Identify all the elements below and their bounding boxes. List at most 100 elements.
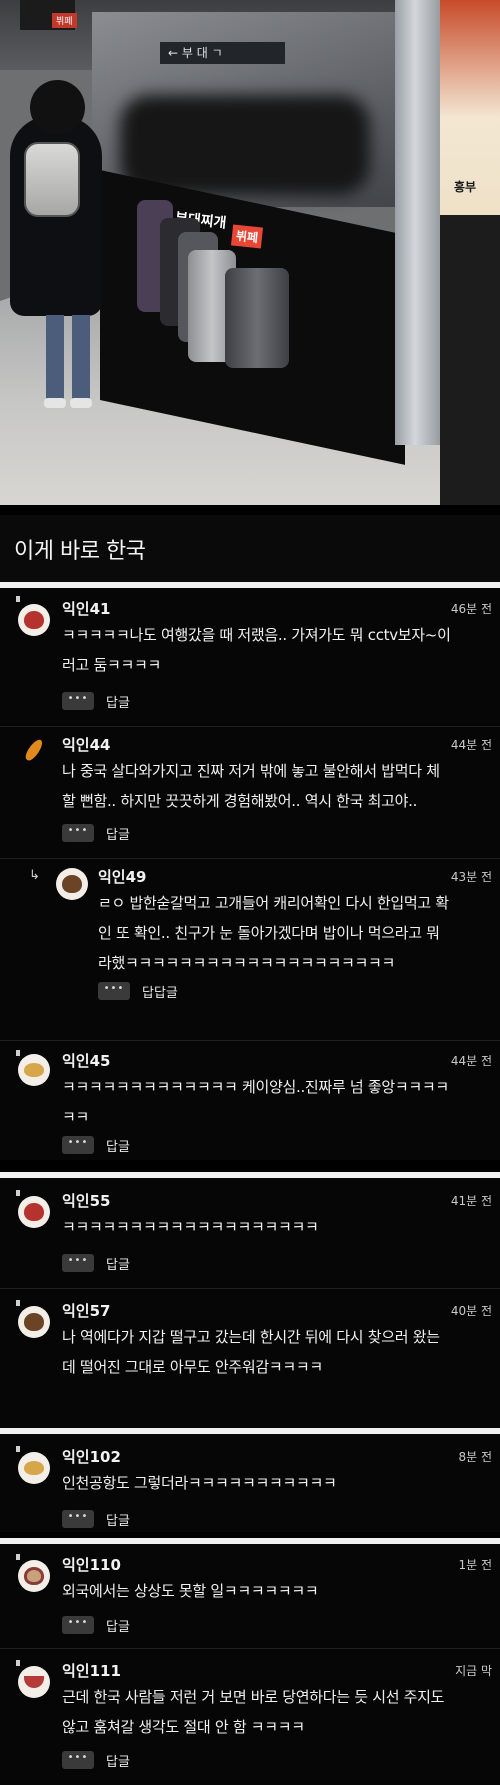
pin-icon — [16, 1190, 20, 1196]
comment-time: 1분 전 — [458, 1558, 492, 1572]
comment-text-line: 인 또 확인.. 친구가 눈 돌아가겠다며 밥이나 먹으라고 뭐 — [98, 924, 440, 942]
comment-text: ㄹㅇ 밥한숟갈먹고 고개들어 캐리어확인 다시 한입먹고 확 인 또 확인.. … — [98, 888, 493, 978]
comment-text: 나 중국 살다와가지고 진짜 저거 밖에 놓고 불안해서 밥먹다 체 할 뻔함.… — [62, 756, 492, 816]
more-options-button[interactable]: ••• — [62, 1751, 94, 1769]
more-options-button[interactable]: ••• — [62, 824, 94, 842]
avatar-figure — [24, 1063, 44, 1077]
comment-divider — [0, 1040, 500, 1041]
photo-person-shoe — [44, 398, 66, 408]
squid-avatar-icon[interactable] — [18, 1196, 50, 1228]
more-options-button[interactable]: ••• — [62, 1254, 94, 1272]
comment-time: 46분 전 — [450, 602, 492, 616]
comment-author[interactable]: 익인57 — [62, 1300, 110, 1321]
photo-person-hood — [30, 80, 85, 135]
comment-text-line: 러고 둠ㅋㅋㅋㅋ — [62, 656, 161, 674]
comment-divider — [0, 858, 500, 859]
comment-text-line: 데 떨어진 그대로 아무도 안주워감ㅋㅋㅋㅋ — [62, 1358, 323, 1376]
comment-text-line: ㄹㅇ 밥한숟갈먹고 고개들어 캐리어확인 다시 한입먹고 확 — [98, 894, 449, 912]
comment-thread: 익인102 8분 전 인천공항도 그렇더라ㅋㅋㅋㅋㅋㅋㅋㅋㅋㅋㅋ ••• 답글 — [0, 1428, 500, 1532]
reply-button[interactable]: 답글 — [106, 1510, 130, 1529]
reply-button[interactable]: 답글 — [106, 1254, 130, 1273]
bread-avatar-icon[interactable] — [18, 1306, 50, 1338]
reply-button[interactable]: 답글 — [106, 692, 130, 711]
comment-text: ㅋㅋㅋㅋㅋㅋㅋㅋㅋㅋㅋㅋㅋ 케이양심..진짜루 넘 좋앙ㅋㅋㅋㅋ ㅋㅋ — [62, 1072, 492, 1132]
comment-text: 인천공항도 그렇더라ㅋㅋㅋㅋㅋㅋㅋㅋㅋㅋㅋ — [62, 1468, 492, 1498]
photo-person-leg — [72, 315, 90, 405]
comment-divider — [0, 726, 500, 727]
comment-author[interactable]: 익인41 — [62, 598, 110, 619]
more-options-button[interactable]: ••• — [98, 982, 130, 1000]
post-title: 이게 바로 한국 — [14, 539, 146, 564]
avatar-figure — [24, 611, 44, 629]
photo-suitcase — [225, 268, 289, 368]
post-title-bar: 이게 바로 한국 — [0, 515, 500, 582]
comment-author[interactable]: 익인44 — [62, 734, 110, 755]
comment-text-line: ㅋㅋ — [62, 1108, 90, 1126]
more-options-button[interactable]: ••• — [62, 692, 94, 710]
comment-divider — [0, 1648, 500, 1649]
photo-direction-sign: ← 부 대 ㄱ — [160, 42, 285, 64]
comment-author[interactable]: 익인111 — [62, 1660, 121, 1681]
comment-author[interactable]: 익인110 — [62, 1554, 121, 1575]
photo-shop-tag: 뷔페 — [230, 224, 264, 249]
comment-time: 44분 전 — [450, 738, 492, 752]
more-options-button[interactable]: ••• — [62, 1136, 94, 1154]
cookie-avatar-icon[interactable] — [18, 1560, 50, 1592]
avatar-figure — [62, 875, 82, 893]
reply-button[interactable]: 답글 — [106, 1136, 130, 1155]
bread-avatar-icon[interactable] — [56, 868, 88, 900]
comment-text-line: 나 중국 살다와가지고 진짜 저거 밖에 놓고 불안해서 밥먹다 체 — [62, 762, 440, 780]
pin-icon — [16, 596, 20, 602]
avatar-figure — [24, 1567, 44, 1585]
dumpling-avatar-icon[interactable] — [18, 1054, 50, 1086]
reply-button[interactable]: 답글 — [106, 1616, 130, 1635]
dumpling-avatar-icon[interactable] — [18, 1452, 50, 1484]
comment-author[interactable]: 익인55 — [62, 1190, 110, 1211]
rice-bowl-avatar-icon[interactable] — [18, 1666, 50, 1698]
avatar-figure — [24, 1203, 44, 1221]
comment-text-line: 나 역에다가 지갑 떨구고 갔는데 한시간 뒤에 다시 찾으러 왔는 — [62, 1328, 440, 1346]
photo-right-wall — [440, 215, 500, 505]
avatar-figure — [24, 1461, 44, 1475]
comment-thread: 익인110 1분 전 외국에서는 상상도 못할 일ㅋㅋㅋㅋㅋㅋㅋ ••• 답글 … — [0, 1538, 500, 1785]
reply-button[interactable]: 답답글 — [142, 982, 178, 1001]
photo-person-shoe — [70, 398, 92, 408]
pin-icon — [16, 1300, 20, 1306]
comment-time: 지금 막 — [455, 1664, 492, 1678]
more-options-button[interactable]: ••• — [62, 1510, 94, 1528]
pin-icon — [16, 1660, 20, 1666]
comment-text-line: 근데 한국 사람들 저런 거 보면 바로 당연하다는 듯 시선 주지도 — [62, 1688, 445, 1706]
comment-text-line: 라했ㅋㅋㅋㅋㅋㅋㅋㅋㅋㅋㅋㅋㅋㅋㅋㅋㅋㅋㅋㅋ — [98, 954, 396, 972]
comment-time: 40분 전 — [450, 1304, 492, 1318]
comment-text-line: ㅋㅋㅋㅋㅋㅋㅋㅋㅋㅋㅋㅋㅋ 케이양심..진짜루 넘 좋앙ㅋㅋㅋㅋ — [62, 1078, 449, 1096]
squid-avatar-icon[interactable] — [18, 604, 50, 636]
comment-author[interactable]: 익인102 — [62, 1446, 121, 1467]
reply-button[interactable]: 답글 — [106, 824, 130, 843]
avatar-figure — [24, 1676, 44, 1688]
comment-author[interactable]: 익인45 — [62, 1050, 110, 1071]
comment-text: 외국에서는 상상도 못할 일ㅋㅋㅋㅋㅋㅋㅋ — [62, 1576, 492, 1606]
photo-person — [8, 80, 106, 408]
reply-button[interactable]: 답글 — [106, 1751, 130, 1770]
comment-author[interactable]: 익인49 — [98, 866, 146, 887]
pin-icon — [16, 1050, 20, 1056]
photo-pillar — [395, 0, 445, 445]
comment-divider — [0, 1288, 500, 1289]
more-options-button[interactable]: ••• — [62, 1616, 94, 1634]
comment-text-line: 인천공항도 그렇더라ㅋㅋㅋㅋㅋㅋㅋㅋㅋㅋㅋ — [62, 1474, 337, 1492]
comment-time: 8분 전 — [458, 1450, 492, 1464]
pin-icon — [16, 1554, 20, 1560]
comment-text-line: 않고 훔쳐갈 생각도 절대 안 함 ㅋㅋㅋㅋ — [62, 1718, 305, 1736]
comment-text: 근데 한국 사람들 저런 거 보면 바로 당연하다는 듯 시선 주지도 않고 훔… — [62, 1682, 492, 1742]
avatar-figure — [23, 737, 45, 763]
avatar-figure — [24, 1313, 44, 1331]
comment-text-line: 할 뻔함.. 하지만 끗끗하게 경험해봤어.. 역시 한국 최고야.. — [62, 792, 418, 810]
photo-person-leg — [46, 315, 64, 405]
comment-text: ㅋㅋㅋㅋㅋ나도 여행갔을 때 저랬음.. 가져가도 뭐 cctv보자~이 러고 … — [62, 620, 492, 680]
comment-time: 43분 전 — [450, 870, 492, 884]
comment-text-line: ㅋㅋㅋㅋㅋㅋㅋㅋㅋㅋㅋㅋㅋㅋㅋㅋㅋㅋㅋ — [62, 1218, 319, 1236]
pin-icon — [16, 1446, 20, 1452]
comment-text-line: ㅋㅋㅋㅋㅋ나도 여행갔을 때 저랬음.. 가져가도 뭐 cctv보자~이 — [62, 626, 451, 644]
fried-shrimp-avatar-icon[interactable] — [18, 734, 50, 766]
comment-text-line: 외국에서는 상상도 못할 일ㅋㅋㅋㅋㅋㅋㅋ — [62, 1582, 319, 1600]
